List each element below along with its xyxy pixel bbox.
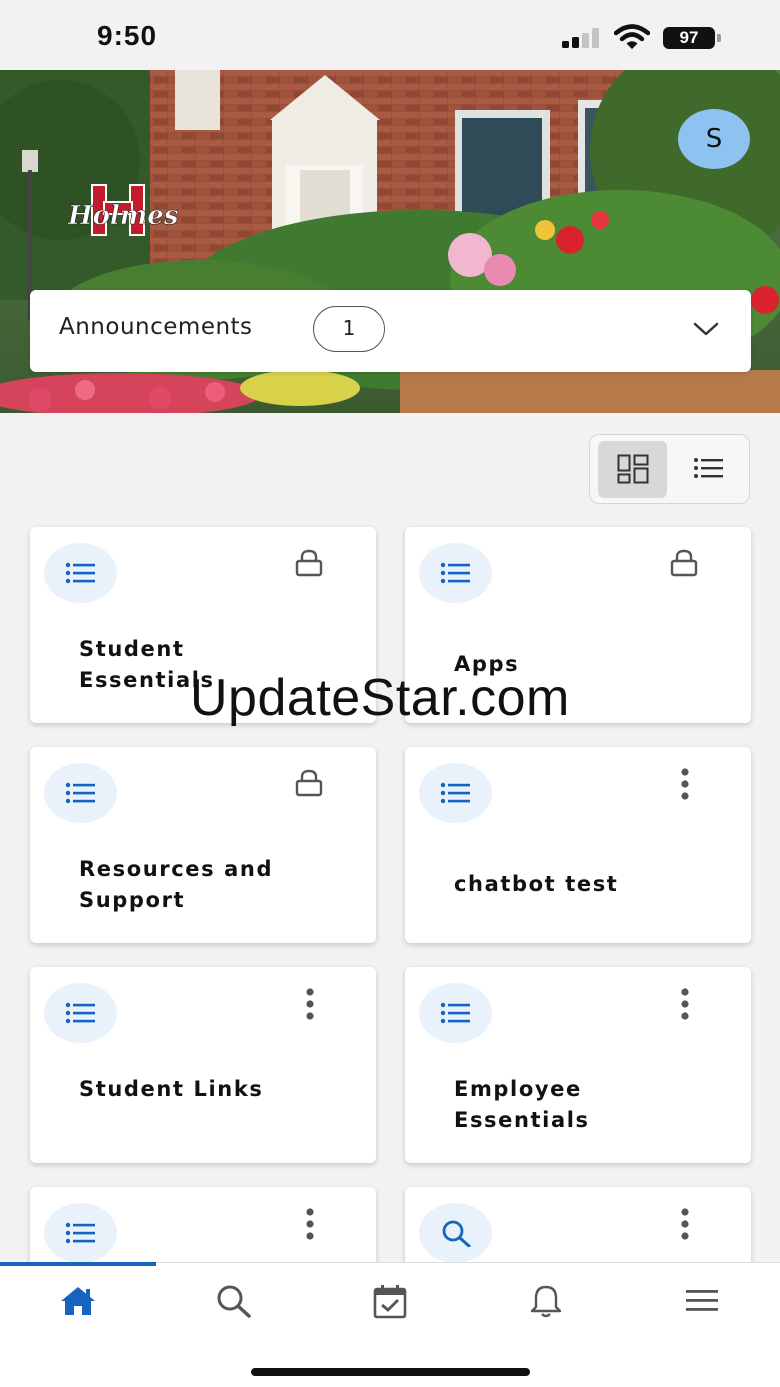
tile-title: Student Links <box>79 1077 264 1101</box>
nav-calendar[interactable] <box>312 1283 468 1323</box>
menu-icon <box>686 1290 718 1311</box>
tile-card[interactable]: chatbot test <box>405 747 751 943</box>
more-vertical-icon[interactable] <box>298 1207 322 1243</box>
list-icon <box>44 543 117 603</box>
chevron-down-icon[interactable] <box>692 318 720 340</box>
tile-title: Resources and Support <box>79 857 274 912</box>
tile-title: Employee Essentials <box>454 1077 590 1132</box>
tile-card[interactable]: Resources and Support <box>30 747 376 943</box>
battery-icon: 97 <box>663 27 721 49</box>
tile-card[interactable]: Student Essentials <box>30 527 376 723</box>
view-toggle <box>589 434 750 504</box>
grid-view-icon <box>617 454 649 484</box>
nav-menu[interactable] <box>624 1283 780 1323</box>
calendar-check-icon <box>373 1285 407 1319</box>
tile-card[interactable]: Student Links <box>30 967 376 1163</box>
lock-icon <box>294 549 324 577</box>
list-view-button[interactable] <box>674 441 743 498</box>
nav-search[interactable] <box>156 1283 312 1323</box>
announcements-panel[interactable]: Announcements 1 <box>30 290 751 372</box>
more-vertical-icon[interactable] <box>673 1207 697 1243</box>
list-icon <box>419 543 492 603</box>
list-icon <box>419 763 492 823</box>
search-icon <box>419 1203 492 1263</box>
tile-card[interactable]: Apps <box>405 527 751 723</box>
list-icon <box>44 1203 117 1263</box>
status-bar: 9:50 97 <box>0 0 780 70</box>
tile-title: Student Essentials <box>79 637 215 692</box>
wifi-icon <box>614 24 650 49</box>
holmes-logo: Holmes <box>67 184 179 236</box>
nav-home[interactable] <box>0 1283 156 1323</box>
search-icon <box>217 1285 251 1318</box>
tile-title: chatbot test <box>454 872 619 896</box>
announcements-label: Announcements <box>59 314 253 340</box>
svg-text:Holmes: Holmes <box>67 201 179 231</box>
lock-icon <box>669 549 699 577</box>
home-icon <box>61 1287 95 1315</box>
list-icon <box>44 983 117 1043</box>
tile-title: Apps <box>454 652 520 676</box>
battery-level: 97 <box>663 27 715 49</box>
bell-icon <box>530 1285 562 1318</box>
status-time: 9:50 <box>97 20 158 51</box>
list-icon <box>419 983 492 1043</box>
list-view-icon <box>694 458 723 478</box>
active-tab-indicator <box>0 1262 156 1266</box>
more-vertical-icon[interactable] <box>298 987 322 1023</box>
more-vertical-icon[interactable] <box>673 767 697 803</box>
nav-notifications[interactable] <box>468 1283 624 1323</box>
grid-view-button[interactable] <box>598 441 667 498</box>
tile-card[interactable]: Employee Essentials <box>405 967 751 1163</box>
lock-icon <box>294 769 324 797</box>
list-icon <box>44 763 117 823</box>
more-vertical-icon[interactable] <box>673 987 697 1023</box>
announcements-count-badge: 1 <box>313 306 385 352</box>
signal-icon <box>562 28 599 48</box>
bottom-nav <box>0 1262 780 1387</box>
profile-avatar[interactable]: S <box>678 109 750 169</box>
home-indicator <box>251 1368 530 1376</box>
